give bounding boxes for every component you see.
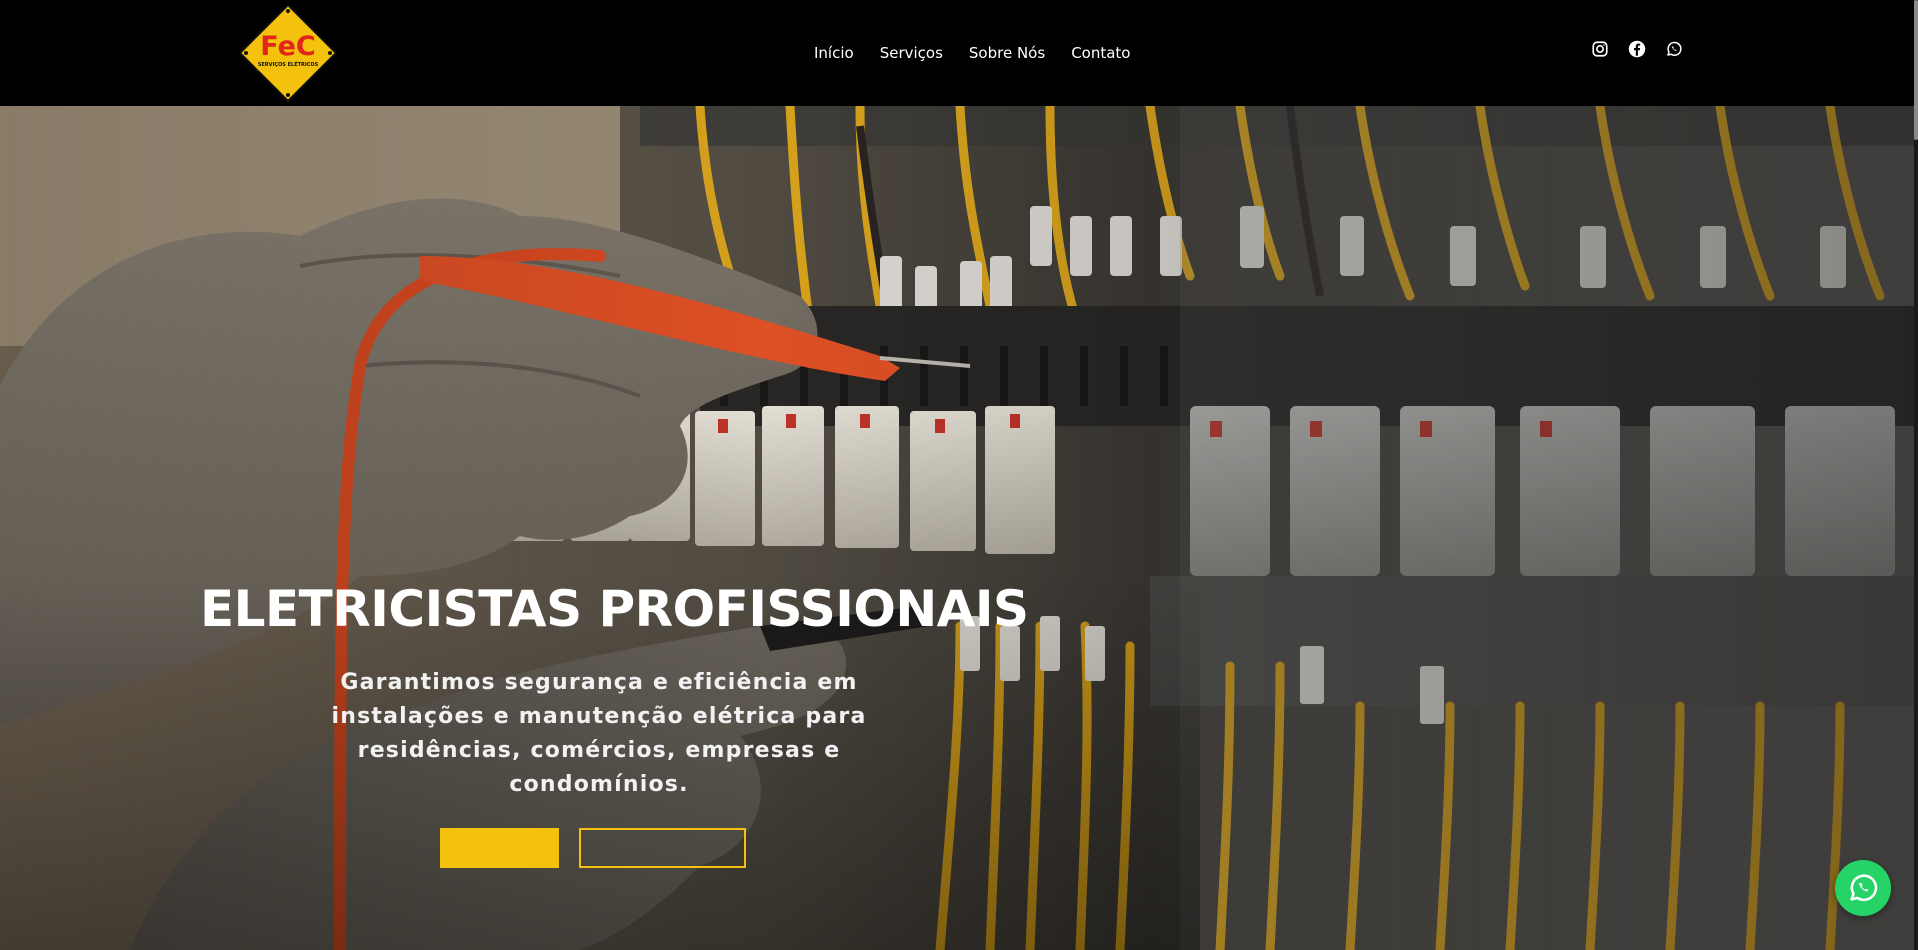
hero-subtitle: Garantimos segurança e eficiência em ins…: [331, 670, 867, 797]
floating-whatsapp-button[interactable]: [1835, 860, 1891, 916]
nav-link-servicos[interactable]: Serviços: [880, 44, 943, 62]
hero-primary-button[interactable]: [440, 828, 559, 868]
whatsapp-icon: [1850, 874, 1878, 901]
nav-link-contato[interactable]: Contato: [1071, 44, 1130, 62]
facebook-icon[interactable]: [1628, 40, 1646, 58]
main-nav: Início Serviços Sobre Nós Contato: [814, 42, 1130, 64]
logo-brand: FeC: [260, 31, 315, 62]
scrollbar-thumb[interactable]: [1914, 0, 1918, 140]
site-header: FeC SERVIÇOS ELÉTRICOS Início Serviços S…: [0, 0, 1918, 106]
hero-secondary-button[interactable]: [579, 828, 746, 868]
hero-section: [0, 106, 1918, 950]
page-scrollbar[interactable]: [1914, 0, 1918, 950]
fec-logo[interactable]: FeC SERVIÇOS ELÉTRICOS: [237, 2, 339, 104]
instagram-icon[interactable]: [1591, 40, 1609, 58]
nav-link-sobre-nos[interactable]: Sobre Nós: [969, 44, 1045, 62]
landing-page: FeC SERVIÇOS ELÉTRICOS Início Serviços S…: [0, 0, 1918, 950]
nav-link-inicio[interactable]: Início: [814, 44, 854, 62]
logo-tagline: SERVIÇOS ELÉTRICOS: [258, 60, 319, 68]
whatsapp-icon[interactable]: [1665, 40, 1683, 58]
hero-title: ELETRICISTAS PROFISSIONAIS: [200, 580, 1029, 638]
hero-content-shade: [0, 106, 1200, 950]
social-links: [1591, 40, 1683, 58]
fec-diamond-logo-icon: FeC SERVIÇOS ELÉTRICOS: [238, 3, 338, 103]
